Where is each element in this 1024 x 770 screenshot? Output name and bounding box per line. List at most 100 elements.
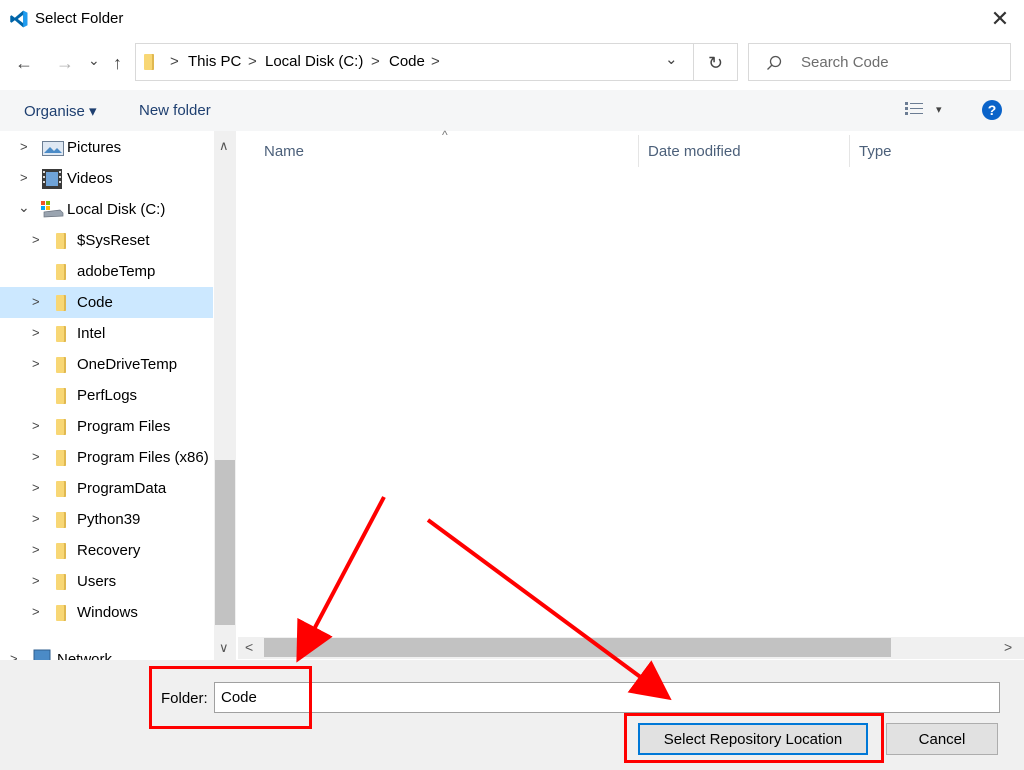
tree-item-python39[interactable]: > Python39	[0, 504, 213, 535]
chevron-right-icon[interactable]: >	[32, 356, 40, 371]
folder-icon	[56, 543, 66, 559]
chevron-right-icon[interactable]: >	[32, 418, 40, 433]
tree-scrollbar-thumb[interactable]	[215, 460, 235, 625]
title-bar	[0, 0, 1024, 38]
new-folder-button[interactable]: New folder	[139, 102, 211, 119]
scroll-up-icon[interactable]: ∧	[219, 138, 229, 154]
scroll-right-icon[interactable]: >	[1004, 639, 1012, 655]
tree-item-recovery[interactable]: > Recovery	[0, 535, 213, 566]
vscode-icon	[10, 10, 28, 28]
column-header-name[interactable]: Name	[264, 143, 304, 160]
breadcrumb-code[interactable]: Code	[389, 53, 425, 70]
chevron-right-icon[interactable]: >	[32, 573, 40, 588]
chevron-right-icon[interactable]: >	[32, 232, 40, 247]
tree-item-label: OneDriveTemp	[77, 356, 178, 373]
tree-item-network[interactable]: > Network	[0, 644, 213, 661]
chevron-right-icon[interactable]: >	[32, 480, 40, 495]
organise-button[interactable]: Organise ▾	[24, 102, 97, 120]
view-options-icon[interactable]	[905, 101, 923, 117]
scroll-down-icon[interactable]: ∨	[219, 640, 229, 656]
tree-item-code[interactable]: > Code	[0, 287, 213, 318]
pictures-icon	[42, 141, 64, 156]
tree-item-label: Pictures	[67, 139, 122, 156]
sort-arrow-icon: ^	[442, 128, 448, 142]
chevron-right-icon[interactable]: >	[32, 449, 40, 464]
chevron-right-icon[interactable]: >	[32, 511, 40, 526]
tree-item-label: Videos	[67, 170, 113, 187]
breadcrumb-separator[interactable]: >	[431, 53, 440, 70]
annotation-highlight-folder	[149, 666, 312, 729]
tree-item-program-files[interactable]: > Program Files	[0, 411, 213, 442]
forward-button[interactable]: →	[56, 53, 74, 73]
chevron-right-icon[interactable]: >	[20, 170, 28, 185]
tree-item-intel[interactable]: > Intel	[0, 318, 213, 349]
tree-item-label: Intel	[77, 325, 106, 342]
view-dropdown-icon[interactable]: ▾	[936, 103, 942, 116]
column-divider[interactable]	[849, 135, 850, 167]
folder-icon	[56, 419, 66, 435]
folder-icon	[56, 264, 66, 280]
folder-icon	[56, 326, 66, 342]
chevron-right-icon[interactable]: >	[32, 294, 40, 309]
tree-item-users[interactable]: > Users	[0, 566, 213, 597]
back-button[interactable]: ←	[15, 53, 33, 73]
annotation-arrow-to-folder	[296, 496, 386, 663]
tree-item-label: Windows	[77, 604, 138, 621]
folder-icon	[144, 54, 154, 70]
tree-item-label: Code	[77, 294, 113, 311]
up-button[interactable]: ↑	[113, 53, 122, 73]
chevron-right-icon[interactable]: >	[32, 325, 40, 340]
chevron-right-icon[interactable]: >	[32, 542, 40, 557]
content-scrollbar-thumb[interactable]	[264, 638, 891, 657]
videos-icon	[42, 169, 62, 189]
breadcrumb-this-pc[interactable]: This PC	[188, 53, 241, 70]
folder-icon	[56, 233, 66, 249]
address-dropdown-icon[interactable]: ⌄	[665, 50, 678, 70]
chevron-right-icon[interactable]: >	[20, 139, 28, 154]
tree-item-perflogs[interactable]: PerfLogs	[0, 380, 213, 411]
tree-item-pictures[interactable]: > Pictures	[0, 132, 213, 163]
breadcrumb-separator[interactable]: >	[371, 53, 380, 70]
folder-icon	[56, 295, 66, 311]
search-icon	[767, 55, 782, 70]
tree-item-label: adobeTemp	[77, 263, 156, 280]
tree-item-windows[interactable]: > Windows	[0, 597, 213, 628]
close-icon[interactable]: ✕	[984, 6, 1016, 32]
tree-item-local-disk[interactable]: ⌄ Local Disk (C:)	[0, 194, 213, 225]
scroll-left-icon[interactable]: <	[245, 639, 253, 655]
recent-locations-button[interactable]: ⌄	[88, 50, 100, 70]
tree-item-program-files-x86[interactable]: > Program Files (x86)	[0, 442, 213, 473]
help-icon[interactable]: ?	[982, 100, 1002, 120]
folder-icon	[56, 512, 66, 528]
column-divider[interactable]	[638, 135, 639, 167]
tree-item-onedrivetemp[interactable]: > OneDriveTemp	[0, 349, 213, 380]
folder-icon	[56, 450, 66, 466]
folder-icon	[56, 357, 66, 373]
column-header-date-modified[interactable]: Date modified	[648, 143, 741, 160]
chevron-down-icon[interactable]: ⌄	[18, 199, 30, 216]
tree-item-label: Users	[77, 573, 117, 590]
breadcrumb-separator[interactable]: >	[170, 53, 179, 70]
breadcrumb-separator[interactable]: >	[248, 53, 257, 70]
folder-icon	[56, 605, 66, 621]
annotation-highlight-select-button	[624, 713, 884, 763]
refresh-icon[interactable]: ↻	[708, 53, 723, 73]
tree-item-label: $SysReset	[77, 232, 150, 249]
tree-item-adobetemp[interactable]: adobeTemp	[0, 256, 213, 287]
tree-item-label: Python39	[77, 511, 141, 528]
tree-item-sysreset[interactable]: > $SysReset	[0, 225, 213, 256]
drive-icon	[41, 201, 64, 218]
search-placeholder[interactable]: Search Code	[801, 54, 889, 71]
tree-item-label: Program Files (x86)	[77, 449, 209, 466]
breadcrumb-local-disk[interactable]: Local Disk (C:)	[265, 53, 363, 70]
folder-name-input[interactable]	[214, 682, 1000, 713]
cancel-button[interactable]: Cancel	[886, 723, 998, 755]
tree-item-label: Recovery	[77, 542, 141, 559]
tree-item-label: Program Files	[77, 418, 171, 435]
tree-item-videos[interactable]: > Videos	[0, 163, 213, 194]
folder-icon	[56, 481, 66, 497]
navigation-pane: > Pictures > Videos ⌄ Local Disk (C:) > …	[0, 131, 236, 661]
column-header-type[interactable]: Type	[859, 143, 892, 160]
chevron-right-icon[interactable]: >	[32, 604, 40, 619]
tree-item-programdata[interactable]: > ProgramData	[0, 473, 213, 504]
